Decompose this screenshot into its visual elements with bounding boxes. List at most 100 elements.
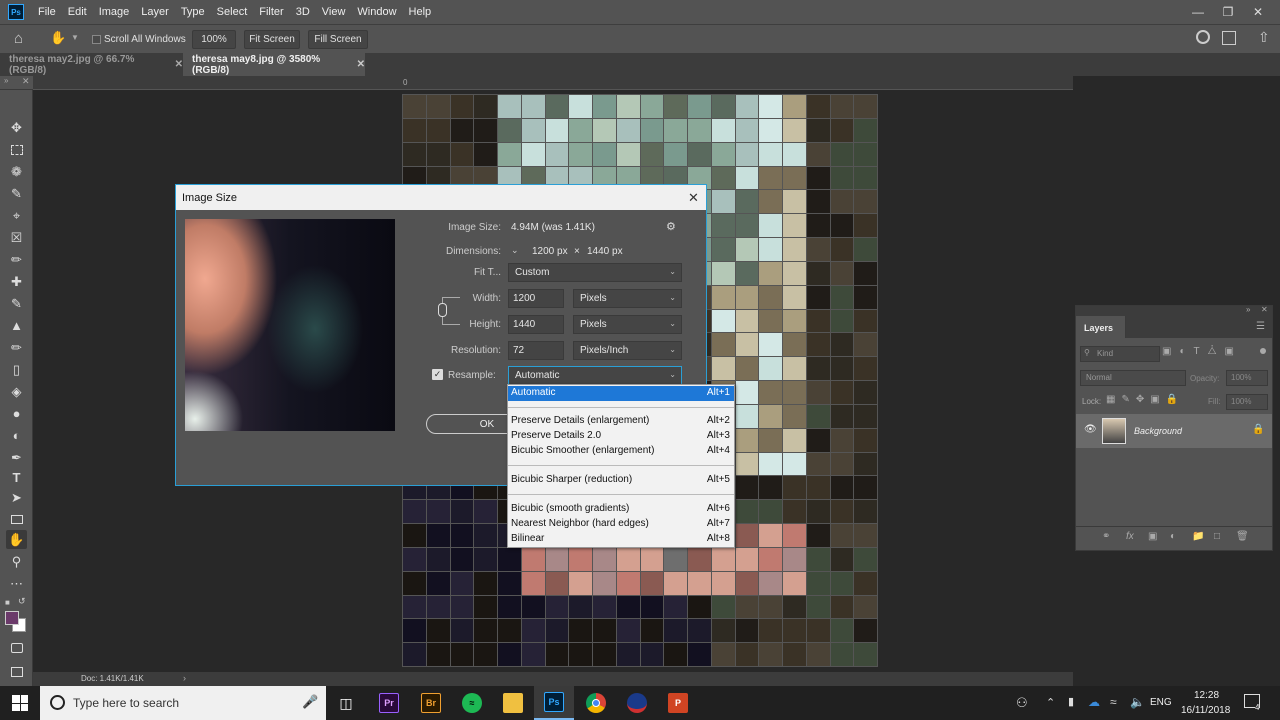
- layer-filter-icons[interactable]: ▣◐T⧊▣: [1162, 346, 1242, 357]
- panel-menu-icon[interactable]: ☰: [1256, 321, 1265, 332]
- filter-toggle-icon[interactable]: [1260, 348, 1266, 354]
- dialog-close-icon[interactable]: ✕: [688, 190, 699, 206]
- fill-input[interactable]: 100%: [1226, 394, 1268, 410]
- fit-screen-button[interactable]: Fit Screen: [244, 30, 300, 49]
- height-input[interactable]: 1440: [508, 315, 564, 334]
- width-input[interactable]: 1200: [508, 289, 564, 308]
- home-icon[interactable]: ⌂: [14, 30, 34, 48]
- app-icon[interactable]: [617, 686, 657, 720]
- zoom-tool-icon[interactable]: ⚲: [6, 552, 27, 571]
- history-brush-tool-icon[interactable]: ✏: [6, 338, 27, 357]
- tab-layers[interactable]: Layers: [1076, 316, 1126, 338]
- quick-select-tool-icon[interactable]: ✎: [6, 184, 27, 203]
- paint-bucket-tool-icon[interactable]: ◈: [6, 382, 27, 401]
- premiere-icon[interactable]: Pr: [369, 686, 409, 720]
- resample-option-bilinear[interactable]: Bilinear Alt+8: [508, 532, 734, 547]
- resample-option-bicubic-smoother[interactable]: Bicubic Smoother (enlargement) Alt+4: [508, 444, 734, 459]
- screen-mode-icon[interactable]: [6, 662, 27, 681]
- status-chevron-icon[interactable]: ›: [183, 673, 186, 683]
- path-selection-tool-icon[interactable]: ➤: [6, 488, 27, 507]
- menu-filter[interactable]: Filter: [259, 6, 283, 18]
- search-icon[interactable]: [1196, 30, 1210, 44]
- tab-theresa-may2[interactable]: theresa may2.jpg @ 66.7% (RGB/8) ✕: [0, 53, 183, 76]
- crop-tool-icon[interactable]: ⌖: [6, 206, 27, 225]
- clone-stamp-tool-icon[interactable]: ▲: [6, 316, 27, 335]
- foreground-color-swatch[interactable]: [5, 611, 19, 625]
- healing-brush-tool-icon[interactable]: ✚: [6, 272, 27, 291]
- windows-start-icon[interactable]: [0, 686, 40, 720]
- height-unit-select[interactable]: Pixels ⌄: [573, 315, 682, 334]
- lock-icons[interactable]: ▦✎✥▣🔒: [1106, 394, 1184, 405]
- task-view-icon[interactable]: ◫: [326, 686, 366, 720]
- more-tools-icon[interactable]: ⋯: [6, 574, 27, 593]
- spotify-icon[interactable]: ≈: [452, 686, 492, 720]
- fill-screen-button[interactable]: Fill Screen: [308, 30, 368, 49]
- layer-row-background[interactable]: 👁 Background 🔒: [1076, 414, 1272, 448]
- blend-mode-select[interactable]: Normal: [1080, 370, 1186, 386]
- taskbar-search-box[interactable]: Type here to search 🎤: [40, 686, 326, 720]
- scroll-all-windows-checkbox[interactable]: [92, 35, 101, 44]
- adjustment-layer-icon[interactable]: ◐: [1170, 531, 1176, 542]
- bridge-icon[interactable]: Br: [411, 686, 451, 720]
- chevron-down-icon[interactable]: ▼: [71, 33, 79, 42]
- menu-help[interactable]: Help: [409, 6, 432, 18]
- close-icon[interactable]: ✕: [1244, 0, 1272, 24]
- restore-icon[interactable]: ❐: [1214, 0, 1242, 24]
- clock-time[interactable]: 12:28: [1194, 690, 1219, 701]
- tab-theresa-may8[interactable]: theresa may8.jpg @ 3580% (RGB/8) ✕: [183, 53, 365, 76]
- swap-colors-icon[interactable]: ↺: [18, 596, 26, 607]
- resolution-input[interactable]: 72: [508, 341, 564, 360]
- fit-to-select[interactable]: Custom ⌄: [508, 263, 682, 282]
- eraser-tool-icon[interactable]: ▯: [6, 360, 27, 379]
- show-hidden-icons[interactable]: ⌃: [1046, 696, 1055, 709]
- new-group-icon[interactable]: 📁: [1192, 531, 1204, 542]
- menu-layer[interactable]: Layer: [141, 6, 169, 18]
- gear-icon[interactable]: ⚙: [666, 220, 676, 233]
- resample-option-bicubic-sharper[interactable]: Bicubic Sharper (reduction) Alt+5: [508, 473, 734, 488]
- link-layers-icon[interactable]: ⚭: [1102, 531, 1110, 542]
- menu-image[interactable]: Image: [99, 6, 130, 18]
- menu-window[interactable]: Window: [357, 6, 396, 18]
- hand-tool-icon[interactable]: ✋: [50, 30, 68, 48]
- resample-checkbox[interactable]: ✓: [432, 369, 443, 380]
- volume-icon[interactable]: 🔈: [1130, 695, 1145, 709]
- type-tool-icon[interactable]: T: [6, 468, 27, 487]
- powerpoint-icon[interactable]: P: [658, 686, 698, 720]
- close-panel-icon[interactable]: ✕: [1261, 305, 1268, 314]
- zoom-100-button[interactable]: 100%: [192, 30, 236, 49]
- rectangle-tool-icon[interactable]: [6, 510, 27, 529]
- constrain-proportions-link-icon[interactable]: [438, 303, 447, 317]
- people-icon[interactable]: ⚇: [1016, 695, 1028, 711]
- onedrive-icon[interactable]: ☁: [1088, 695, 1100, 709]
- menu-edit[interactable]: Edit: [68, 6, 87, 18]
- menu-view[interactable]: View: [322, 6, 346, 18]
- frame-tool-icon[interactable]: ☒: [6, 228, 27, 247]
- move-tool-icon[interactable]: ✥: [6, 118, 27, 137]
- menu-type[interactable]: Type: [181, 6, 205, 18]
- opacity-input[interactable]: 100%: [1226, 370, 1268, 386]
- wifi-icon[interactable]: ≈: [1110, 695, 1117, 709]
- default-colors-icon[interactable]: ■: [5, 598, 10, 607]
- photoshop-taskbar-icon[interactable]: Ps: [534, 686, 574, 720]
- chrome-icon[interactable]: [576, 686, 616, 720]
- kind-filter-select[interactable]: ⚲ Kind: [1080, 346, 1160, 362]
- workspace-icon[interactable]: [1222, 31, 1236, 45]
- microphone-icon[interactable]: 🎤: [302, 694, 318, 710]
- collapse-icon[interactable]: »: [1246, 305, 1250, 314]
- resample-select[interactable]: Automatic ⌄: [508, 366, 682, 385]
- language-indicator[interactable]: ENG: [1150, 697, 1172, 708]
- lasso-tool-icon[interactable]: ❁: [6, 162, 27, 181]
- blur-tool-icon[interactable]: ●: [6, 404, 27, 423]
- resample-option-bicubic[interactable]: Bicubic (smooth gradients) Alt+6: [508, 502, 734, 517]
- tab-close-icon[interactable]: ✕: [357, 59, 365, 70]
- marquee-tool-icon[interactable]: [6, 140, 27, 159]
- width-unit-select[interactable]: Pixels ⌄: [573, 289, 682, 308]
- new-layer-icon[interactable]: □: [1214, 531, 1220, 542]
- resample-option-preserve-details-2[interactable]: Preserve Details 2.0 Alt+3: [508, 429, 734, 444]
- dodge-tool-icon[interactable]: ◐: [6, 426, 27, 445]
- hand-tool-icon[interactable]: ✋: [6, 530, 27, 549]
- share-icon[interactable]: ⇧: [1258, 29, 1270, 46]
- battery-icon[interactable]: ▮: [1068, 695, 1074, 708]
- delete-layer-icon[interactable]: 🗑: [1236, 531, 1249, 542]
- resample-option-preserve-details[interactable]: Preserve Details (enlargement) Alt+2: [508, 414, 734, 429]
